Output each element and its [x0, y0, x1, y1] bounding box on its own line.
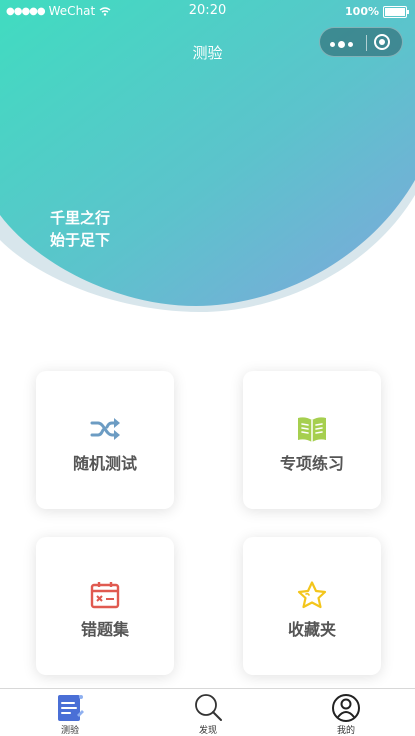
tab-discover-label: 发现	[198, 726, 217, 736]
random-test-card[interactable]: 随机测试	[36, 371, 174, 509]
tab-mine-label: 我的	[336, 726, 355, 736]
miniprogram-capsule	[319, 27, 403, 57]
more-icon[interactable]	[330, 41, 353, 48]
star-icon	[297, 581, 327, 609]
quiz-document-icon	[58, 695, 84, 721]
special-practice-label: 专项练习	[279, 454, 344, 473]
random-test-label: 随机测试	[72, 454, 137, 473]
book-icon	[298, 417, 326, 442]
favorites-card[interactable]: 收藏夹	[243, 537, 381, 675]
close-icon[interactable]	[374, 34, 390, 50]
motto-line-1: 千里之行	[50, 209, 111, 227]
battery-icon	[383, 5, 409, 18]
battery-percent: 100%	[345, 5, 379, 18]
special-practice-card[interactable]: 专项练习	[243, 371, 381, 509]
tab-discover[interactable]: 发现	[168, 689, 248, 736]
wrong-questions-card[interactable]: 错题集	[36, 537, 174, 675]
calendar-error-icon	[90, 582, 120, 609]
favorites-label: 收藏夹	[287, 620, 336, 639]
status-bar: ●●●●● WeChat 20:20 100%	[0, 0, 415, 24]
motto-line-2: 始于足下	[50, 231, 111, 249]
tab-bar: 测验 发现 我的	[0, 688, 415, 736]
motto: 千里之行 始于足下	[50, 207, 110, 251]
tab-quiz[interactable]: 测验	[30, 689, 110, 736]
wrong-questions-label: 错题集	[80, 620, 129, 639]
shuffle-icon	[90, 418, 120, 440]
user-icon	[332, 694, 360, 722]
tab-quiz-label: 测验	[60, 726, 79, 736]
search-icon	[195, 694, 222, 721]
tab-mine[interactable]: 我的	[306, 689, 386, 736]
capsule-divider	[366, 35, 367, 51]
